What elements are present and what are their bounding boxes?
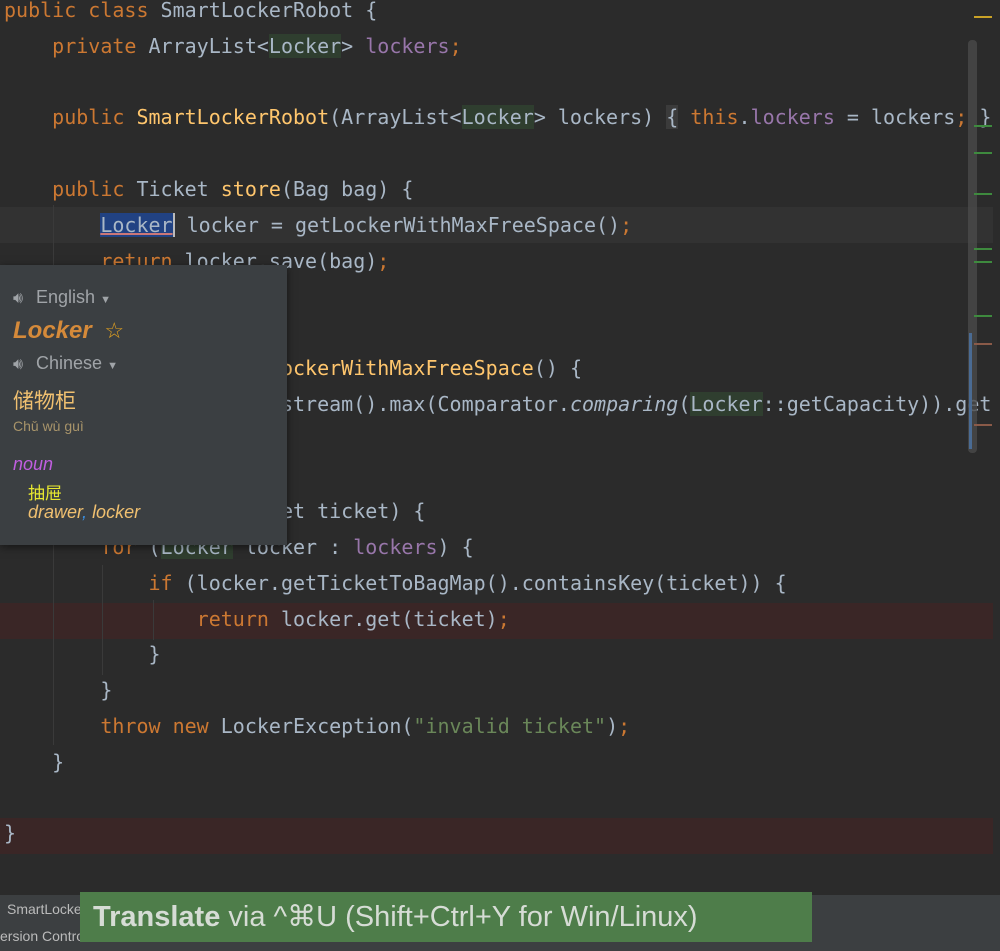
code-token: (ArrayList< [329, 105, 462, 130]
code-token: .stream().max(Comparator. [268, 391, 570, 416]
code-token: ) [606, 714, 619, 738]
code-line[interactable]: } [4, 636, 161, 672]
code-line[interactable]: public SmartLockerRobot(ArrayList<Locker… [4, 99, 991, 135]
star-icon[interactable]: ☆ [104, 318, 124, 343]
code-line[interactable]: Locker locker = getLockerWithMaxFreeSpac… [4, 207, 632, 243]
code-token: ArrayList< [148, 33, 269, 58]
code-token: (Bag bag) { [280, 177, 414, 201]
code-token: Locker [690, 391, 763, 416]
code-line[interactable]: } [4, 672, 112, 708]
code-token: > [341, 33, 366, 58]
marker[interactable] [974, 343, 992, 345]
code-token: store [220, 177, 281, 201]
toast-title: Translate [93, 901, 221, 933]
version-control-tab[interactable]: ersion Contro [0, 928, 84, 944]
code-token: { [666, 105, 679, 130]
code-token: SmartLockerRobot { [160, 0, 378, 22]
selection-marker [969, 333, 972, 449]
translation-popup: 🔊︎ English ▼ Locker ☆ 🔊︎ Chinese ▼ 储物柜 C… [0, 265, 287, 545]
code-token: Ticket [136, 177, 221, 201]
dropdown-icon: ▼ [107, 360, 118, 372]
target-language-select[interactable]: 🔊︎ Chinese ▼ [13, 353, 118, 374]
code-token: lockers [353, 535, 438, 559]
synonyms: drawer, locker [28, 502, 140, 523]
separator: , [82, 502, 88, 522]
part-of-speech: noun [13, 454, 54, 474]
synonym: drawer [28, 502, 83, 522]
code-token: ; [497, 606, 510, 631]
marker[interactable] [974, 125, 992, 127]
marker[interactable] [974, 261, 992, 263]
toast-text: via ^⌘U (Shift+Ctrl+Y for Win/Linux) [220, 901, 698, 933]
code-token: Locker [268, 33, 342, 58]
code-line[interactable]: private ArrayList<Locker> lockers; [4, 28, 462, 64]
file-tab[interactable]: SmartLocke [7, 901, 82, 917]
code-token: > lockers) [533, 105, 667, 130]
code-token: lockers [365, 33, 450, 58]
code-token: public [4, 105, 137, 130]
marker[interactable] [974, 424, 992, 426]
translate-hint-toast: Translate via ^⌘U (Shift+Ctrl+Y for Win/… [80, 892, 812, 942]
code-token: public [4, 177, 137, 201]
warning-marker[interactable] [974, 16, 992, 18]
code-token: Locker [100, 212, 175, 237]
code-token: ; [449, 33, 462, 58]
code-token: } [4, 642, 161, 667]
code-token: ) { [437, 535, 474, 559]
code-token: public class [4, 0, 161, 22]
code-line[interactable]: } [4, 744, 64, 780]
code-token: (locker.getTicketToBagMap().containsKey(… [184, 570, 787, 595]
code-line[interactable]: return locker.get(ticket); [4, 601, 510, 637]
breakpoint-line-highlight [0, 818, 993, 854]
code-token: comparing [569, 391, 679, 416]
dropdown-icon: ▼ [100, 294, 111, 306]
code-token: locker = getLockerWithMaxFreeSpace() [174, 212, 621, 237]
code-token: throw new [4, 714, 221, 738]
code-token: SmartLockerRobot [136, 105, 330, 130]
marker[interactable] [974, 193, 992, 195]
code-token: return [4, 606, 281, 631]
code-token: } [4, 821, 17, 846]
code-line[interactable]: } [4, 815, 16, 851]
code-token: "invalid ticket" [413, 714, 607, 738]
pos-translation: 抽屉 [28, 484, 62, 503]
code-token: . [738, 105, 751, 130]
code-token: ; [377, 248, 390, 273]
synonym: locker [92, 502, 141, 522]
pinyin: Chǔ wù guì [13, 418, 84, 434]
speaker-icon[interactable]: 🔊︎ [13, 356, 31, 374]
code-line[interactable]: throw new LockerException("invalid ticke… [4, 708, 630, 744]
marker[interactable] [974, 315, 992, 317]
code-token: if [4, 570, 185, 595]
code-token: locker.get(ticket) [280, 606, 498, 631]
code-line[interactable]: if (locker.getTicketToBagMap().containsK… [4, 565, 787, 601]
code-token: lockers [750, 105, 835, 130]
marker[interactable] [974, 248, 992, 250]
translation: 储物柜 [13, 390, 76, 413]
source-language-label: English [36, 287, 96, 307]
code-line[interactable]: public Ticket store(Bag bag) { [4, 171, 413, 207]
speaker-icon[interactable]: 🔊︎ [13, 290, 31, 308]
code-token: } [4, 678, 113, 703]
target-language-label: Chinese [36, 353, 103, 373]
source-language-select[interactable]: 🔊︎ English ▼ [13, 287, 111, 308]
code-token: private [4, 33, 149, 58]
code-token: ::getCapacity)).get() [762, 391, 993, 416]
code-token: () { [533, 356, 582, 380]
code-token: ; [620, 212, 633, 237]
code-token: = lockers [834, 105, 956, 130]
code-token: ; [618, 714, 631, 738]
marker[interactable] [974, 152, 992, 154]
code-token: ; [955, 105, 968, 130]
code-token: } [4, 749, 65, 774]
code-token: this [678, 105, 739, 130]
code-token: ( [678, 391, 691, 416]
code-token: Locker [461, 105, 534, 130]
code-line[interactable]: public class SmartLockerRobot { [4, 0, 377, 28]
code-token: LockerException( [220, 714, 414, 738]
source-word: Locker [13, 317, 92, 344]
